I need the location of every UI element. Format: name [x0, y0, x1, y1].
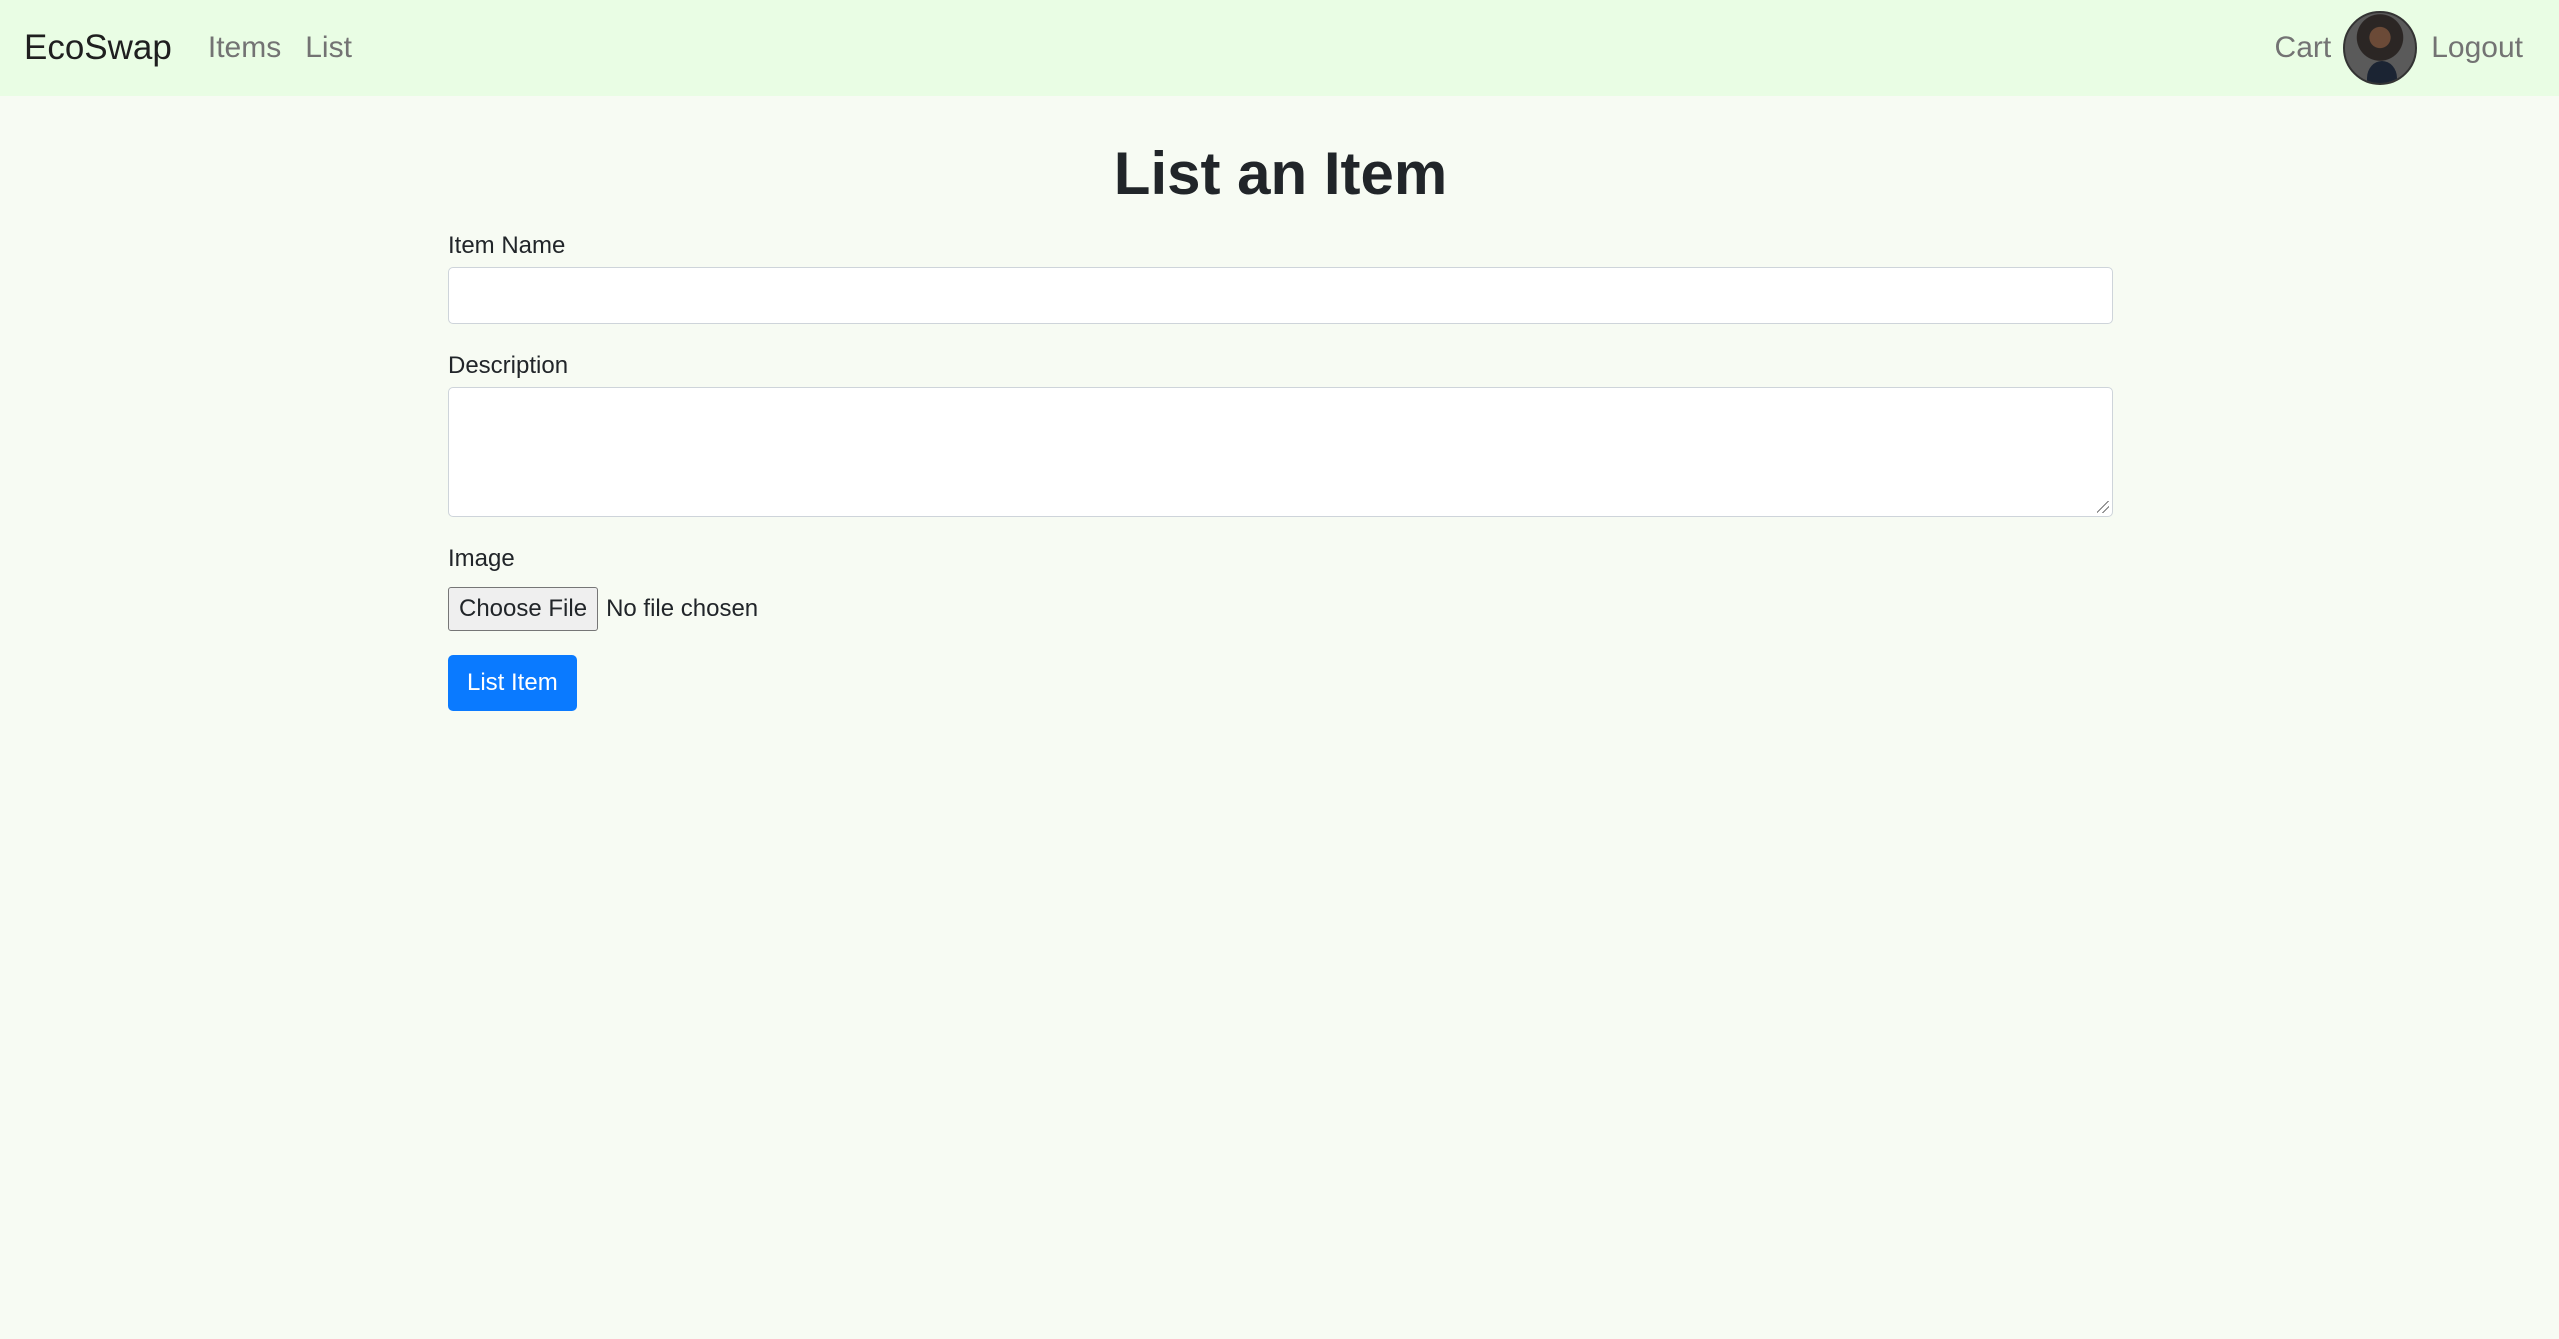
file-status-text: No file chosen	[606, 595, 759, 622]
image-file-input: Choose File No file chosen	[448, 587, 2113, 631]
image-label: Image	[448, 545, 515, 572]
description-textarea[interactable]	[448, 387, 2113, 517]
item-name-label: Item Name	[448, 232, 566, 259]
choose-file-button[interactable]: Choose File	[448, 587, 599, 631]
nav-link-items[interactable]: Items	[208, 31, 281, 65]
nav-link-logout[interactable]: Logout	[2431, 31, 2523, 65]
description-label: Description	[448, 352, 569, 379]
nav-right-group: Cart Logout	[2275, 11, 2535, 85]
item-name-input[interactable]	[448, 267, 2113, 324]
list-item-button[interactable]: List Item	[448, 655, 577, 711]
navbar: EcoSwap Items List Cart Logout	[0, 0, 2559, 96]
avatar[interactable]	[2343, 11, 2418, 85]
nav-link-list[interactable]: List	[305, 31, 352, 65]
list-item-form: List an Item Item Name Description Image…	[448, 96, 2113, 711]
resize-handle-icon[interactable]	[2097, 501, 2109, 513]
brand-link[interactable]: EcoSwap	[24, 28, 172, 68]
nav-link-cart[interactable]: Cart	[2275, 31, 2332, 65]
page-title: List an Item	[1113, 140, 1448, 207]
